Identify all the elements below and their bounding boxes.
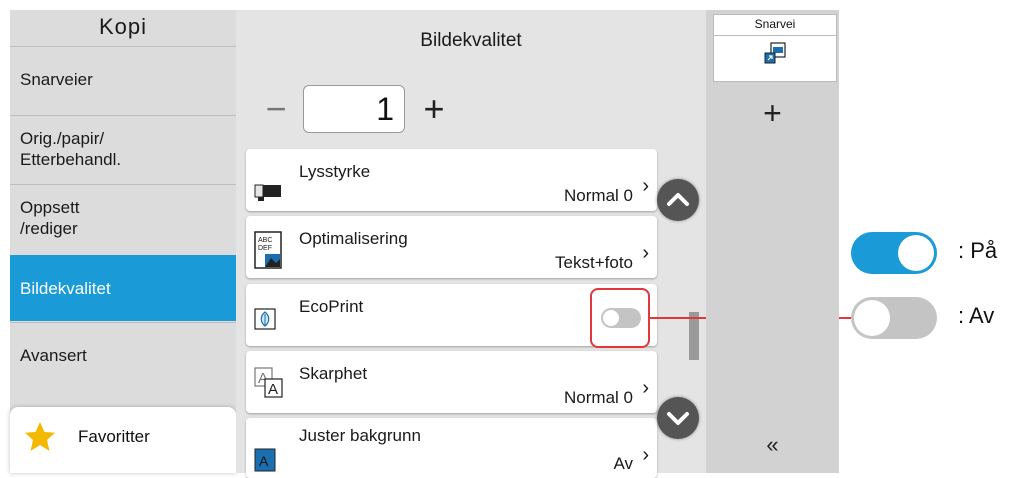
chevron-right-icon: › [642, 175, 649, 197]
chevron-down-icon [667, 412, 689, 425]
sidebar: Kopi Snarveier Orig./papir/ Etterbehandl… [10, 10, 236, 473]
optimization-icon: ABC DEF [254, 231, 282, 269]
setting-value: Av [613, 454, 633, 473]
shortcut-button[interactable]: Snarvei [713, 14, 837, 82]
toggle-knob [854, 300, 890, 336]
setting-row-brightness[interactable]: Lysstyrke Normal 0 › [246, 149, 657, 211]
sidebar-item-layout-edit[interactable]: Oppsett /rediger [10, 184, 236, 250]
shortcut-icon [764, 42, 786, 64]
setting-name: Juster bakgrunn [299, 426, 421, 445]
decrement-button[interactable]: − [256, 85, 296, 133]
chevron-right-icon: › [642, 377, 649, 399]
sidebar-title: Kopi [98, 14, 148, 39]
svg-text:DEF: DEF [258, 245, 272, 252]
scroll-down-button[interactable] [657, 397, 699, 439]
chevron-up-icon [667, 193, 689, 206]
setting-name: Optimalisering [299, 229, 408, 248]
favorites-button[interactable]: Favoritter [10, 407, 236, 473]
toggle-knob [898, 235, 934, 271]
setting-row-optimization[interactable]: ABC DEF Optimalisering Tekst+foto › [246, 216, 657, 278]
svg-text:ABC: ABC [258, 237, 272, 244]
setting-name: Lysstyrke [299, 162, 371, 181]
legend-off-label: : Av [958, 303, 995, 328]
sidebar-item-image-quality[interactable]: Bildekvalitet [10, 255, 236, 321]
quantity-field[interactable]: 1 [303, 85, 405, 133]
chevron-right-icon: › [642, 242, 649, 264]
star-icon [25, 422, 55, 451]
background-icon: A [254, 448, 276, 472]
sidebar-item-original-paper[interactable]: Orig./papir/ Etterbehandl. [10, 115, 236, 181]
setting-name: EcoPrint [299, 297, 364, 316]
sidebar-item-shortcuts[interactable]: Snarveier [10, 46, 236, 112]
scroll-up-button[interactable] [657, 179, 699, 221]
add-shortcut-button[interactable]: + [706, 95, 839, 132]
legend-toggle-off [851, 297, 937, 339]
increment-button[interactable]: + [412, 85, 456, 133]
setting-name: Skarphet [299, 364, 368, 383]
svg-text:A: A [268, 381, 278, 398]
setting-row-background[interactable]: A Juster bakgrunn Av › [246, 418, 657, 478]
setting-value: Normal 0 [564, 186, 633, 205]
favorites-label: Favoritter [78, 427, 150, 446]
ecoprint-icon [254, 308, 276, 330]
legend-toggle-on [851, 232, 937, 274]
shortcut-label: Snarvei [714, 15, 836, 36]
page-title: Bildekvalitet [420, 30, 522, 51]
chevron-right-icon: › [642, 444, 649, 466]
collapse-panel-button[interactable]: « [706, 432, 839, 458]
brightness-icon [254, 184, 281, 201]
setting-value: Tekst+foto [555, 253, 633, 272]
svg-text:A: A [259, 453, 269, 469]
toggle-highlight-box [590, 288, 650, 348]
legend-on-label: : På [958, 238, 998, 263]
sidebar-item-advanced[interactable]: Avansert [10, 322, 236, 388]
setting-row-sharpness[interactable]: A A Skarphet Normal 0 › [246, 351, 657, 413]
setting-value: Normal 0 [564, 388, 633, 407]
sharpness-icon: A A [254, 367, 283, 398]
